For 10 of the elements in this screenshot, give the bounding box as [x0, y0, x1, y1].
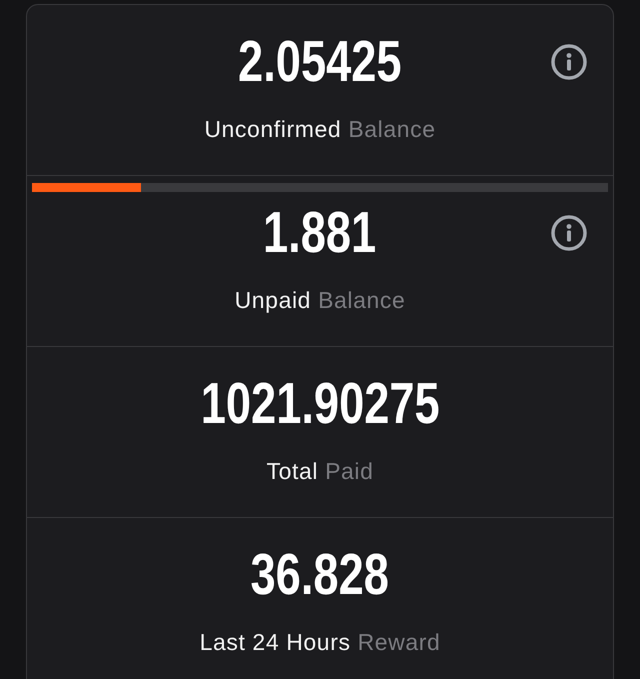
- stat-label: Total Paid: [266, 458, 374, 484]
- stat-value: 2.05425: [238, 30, 402, 94]
- stat-label: Unpaid Balance: [234, 287, 406, 313]
- stat-label: Unconfirmed Balance: [204, 116, 436, 142]
- info-icon[interactable]: [551, 44, 587, 80]
- info-icon[interactable]: [551, 215, 587, 251]
- stat-value: 1.881: [263, 201, 377, 265]
- stat-value: 1021.90275: [200, 372, 440, 436]
- stat-label: Last 24 Hours Reward: [200, 629, 440, 655]
- stat-value: 36.828: [250, 543, 390, 607]
